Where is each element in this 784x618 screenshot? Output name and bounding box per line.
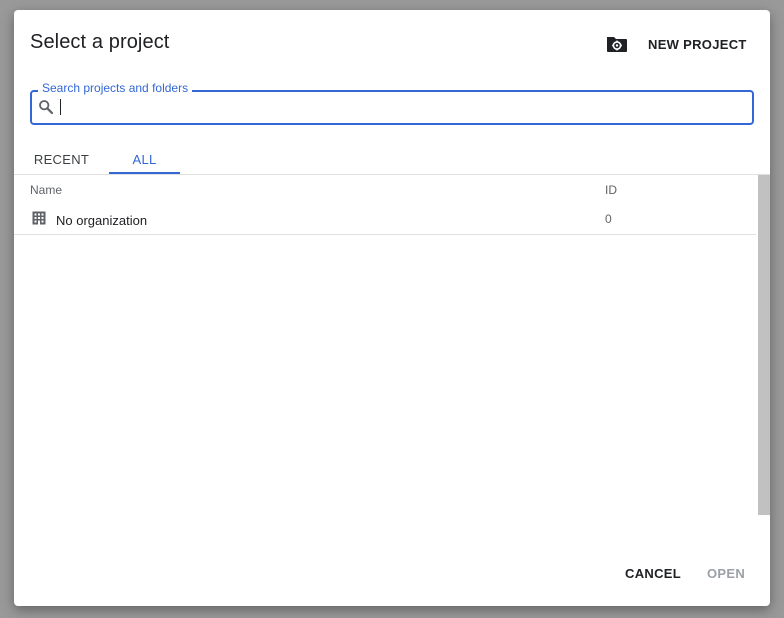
column-header-id[interactable]: ID bbox=[605, 183, 617, 197]
project-table: Name ID No organization 0 bbox=[14, 175, 756, 515]
open-button[interactable]: OPEN bbox=[698, 560, 754, 586]
tab-all[interactable]: ALL bbox=[109, 146, 180, 174]
row-id: 0 bbox=[605, 212, 612, 226]
select-project-dialog: Select a project NEW PROJECT Search proj… bbox=[14, 10, 770, 606]
scrollbar-thumb[interactable] bbox=[758, 175, 770, 515]
search-field-label: Search projects and folders bbox=[38, 81, 193, 95]
new-project-label: NEW PROJECT bbox=[648, 36, 747, 52]
folder-gear-icon bbox=[606, 34, 628, 54]
row-name: No organization bbox=[56, 213, 148, 228]
text-caret bbox=[60, 99, 61, 115]
scrollbar[interactable] bbox=[758, 175, 770, 515]
building-icon bbox=[32, 211, 46, 225]
column-header-name[interactable]: Name bbox=[30, 183, 62, 197]
tab-recent[interactable]: RECENT bbox=[14, 146, 109, 172]
cancel-button[interactable]: CANCEL bbox=[620, 560, 686, 586]
tab-bar: RECENT ALL bbox=[14, 146, 770, 175]
table-row[interactable]: No organization 0 bbox=[14, 207, 756, 235]
search-input[interactable] bbox=[58, 97, 738, 117]
search-icon bbox=[38, 99, 54, 115]
new-project-button[interactable]: NEW PROJECT bbox=[600, 30, 755, 58]
dialog-title: Select a project bbox=[30, 31, 170, 53]
